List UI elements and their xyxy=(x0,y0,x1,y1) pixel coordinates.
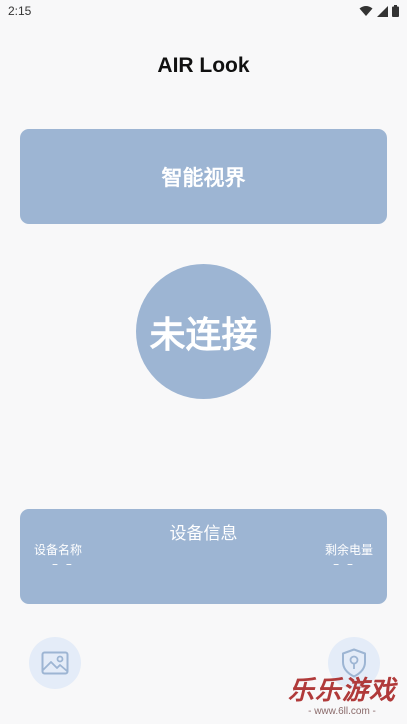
battery-value: – – xyxy=(333,557,355,571)
mode-card-label: 智能视界 xyxy=(161,165,246,190)
device-name-value: – – xyxy=(52,557,74,571)
connect-button[interactable]: 未连接 xyxy=(136,264,271,399)
wifi-icon xyxy=(359,6,373,16)
connection-status: 未连接 xyxy=(149,314,258,356)
status-icons xyxy=(359,5,399,17)
battery-icon xyxy=(392,5,399,17)
battery-label: 剩余电量 xyxy=(324,543,373,557)
shield-icon xyxy=(342,648,366,678)
gallery-button[interactable] xyxy=(29,637,81,689)
page-title: AIR Look xyxy=(157,54,250,77)
watermark-main: 乐乐游戏 xyxy=(287,676,396,706)
status-time: 2:15 xyxy=(8,4,32,18)
gallery-icon xyxy=(41,651,69,675)
watermark: 乐乐游戏 - www.6ll.com - xyxy=(283,676,401,722)
device-info-card: 设备信息 设备名称 – – 剩余电量 – – xyxy=(20,509,387,604)
device-name-label: 设备名称 xyxy=(34,543,83,557)
mode-card[interactable]: 智能视界 xyxy=(20,129,387,224)
signal-icon xyxy=(377,5,388,17)
status-bar: 2:15 xyxy=(0,0,407,24)
watermark-sub: - www.6ll.com - xyxy=(308,706,376,717)
